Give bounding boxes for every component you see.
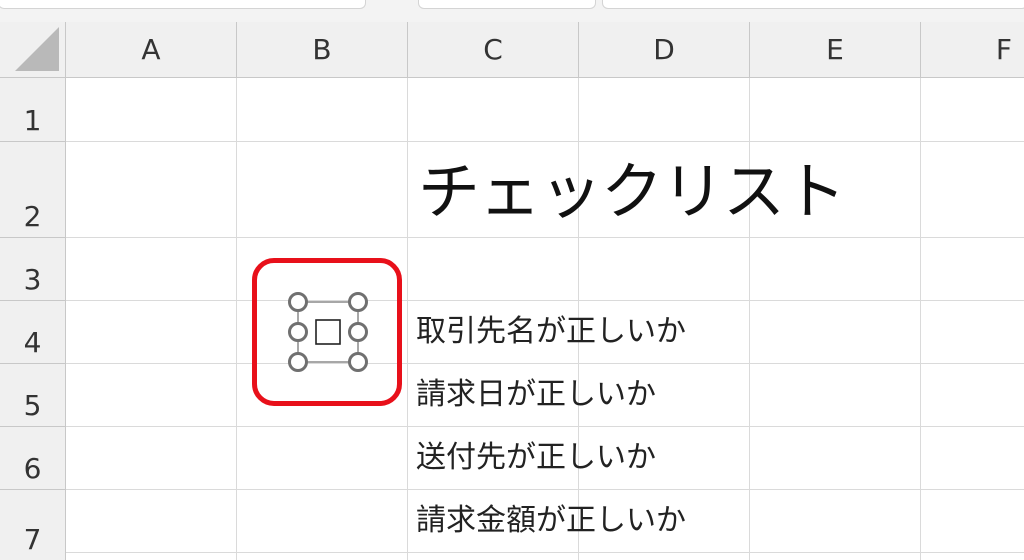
row-header-1[interactable]: 1 — [0, 78, 66, 142]
checklist-item-cell[interactable]: 請求金額が正しいか — [416, 501, 686, 541]
row-number: 4 — [23, 326, 42, 359]
checklist-item-cell[interactable]: 請求日が正しいか — [416, 375, 656, 415]
column-header-b[interactable]: B — [237, 22, 408, 78]
column-header-d[interactable]: D — [579, 22, 750, 78]
select-all-button[interactable] — [0, 22, 66, 78]
row-number: 5 — [23, 389, 42, 422]
formula-input[interactable] — [602, 0, 1024, 9]
name-box[interactable] — [0, 0, 366, 9]
gridline-horizontal — [66, 363, 1024, 364]
select-all-triangle-icon — [15, 27, 59, 71]
row-number: 1 — [23, 104, 42, 137]
gridline-horizontal — [66, 426, 1024, 427]
gridline-vertical — [749, 78, 750, 560]
column-header-c[interactable]: C — [408, 22, 579, 78]
highlight-frame — [252, 258, 402, 406]
gridline-horizontal — [66, 489, 1024, 490]
gridline-horizontal — [66, 141, 1024, 142]
formula-button-area[interactable] — [418, 0, 596, 9]
gridline-horizontal — [66, 552, 1024, 553]
checklist-item-cell[interactable]: 取引先名が正しいか — [416, 312, 686, 352]
row-header-3[interactable]: 3 — [0, 238, 66, 301]
row-header-2[interactable]: 2 — [0, 142, 66, 238]
formula-bar-strip — [0, 0, 1024, 22]
column-header-a[interactable]: A — [66, 22, 237, 78]
gridline-vertical — [236, 78, 237, 560]
row-number: 2 — [23, 200, 42, 233]
row-number: 6 — [23, 452, 42, 485]
row-header-5[interactable]: 5 — [0, 364, 66, 427]
row-header-4[interactable]: 4 — [0, 301, 66, 364]
gridline-vertical — [407, 78, 408, 560]
row-header-7[interactable]: 7 — [0, 490, 66, 560]
gridline-horizontal — [66, 300, 1024, 301]
gridline-vertical — [920, 78, 921, 560]
column-header-f[interactable]: F — [921, 22, 1024, 78]
checklist-title-cell[interactable]: チェックリスト — [418, 152, 846, 232]
row-number: 7 — [23, 523, 42, 556]
row-number: 3 — [23, 263, 42, 296]
checklist-item-cell[interactable]: 送付先が正しいか — [416, 438, 656, 478]
column-header-e[interactable]: E — [750, 22, 921, 78]
gridline-horizontal — [66, 237, 1024, 238]
row-header-6[interactable]: 6 — [0, 427, 66, 490]
